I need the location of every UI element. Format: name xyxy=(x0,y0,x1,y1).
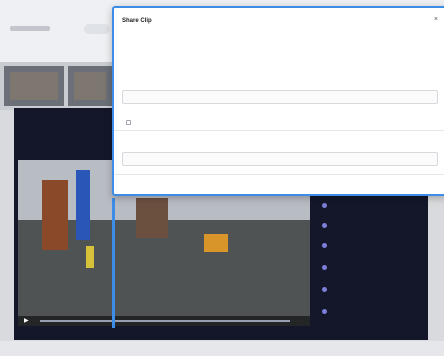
thumbnail[interactable] xyxy=(68,66,112,106)
list-item[interactable] xyxy=(316,216,422,238)
video-frame-door xyxy=(42,180,68,250)
video-frame-banner xyxy=(76,170,90,240)
dot-icon xyxy=(322,287,327,292)
close-icon[interactable]: × xyxy=(434,16,438,23)
player-title xyxy=(18,112,110,128)
header-pill[interactable] xyxy=(84,24,110,34)
video-frame-object xyxy=(204,234,228,252)
video-frame-shelf xyxy=(136,198,168,238)
dialog-accent-border xyxy=(112,198,115,328)
list-item[interactable] xyxy=(316,302,422,324)
list-item[interactable] xyxy=(316,258,422,280)
divider xyxy=(114,174,444,175)
video-controls[interactable]: ▶ xyxy=(18,316,310,326)
list-item[interactable] xyxy=(316,280,422,302)
list-item[interactable] xyxy=(316,196,422,218)
dot-icon xyxy=(322,265,327,270)
divider xyxy=(114,130,444,131)
dot-icon xyxy=(322,243,327,248)
checkbox[interactable] xyxy=(126,120,131,125)
message-input[interactable] xyxy=(122,152,438,166)
sidebar-list xyxy=(316,196,422,326)
dialog-title: Share Clip xyxy=(122,18,152,24)
dot-icon xyxy=(322,223,327,228)
thumbnail[interactable] xyxy=(4,66,64,106)
play-icon[interactable]: ▶ xyxy=(24,318,29,324)
list-item[interactable] xyxy=(316,236,422,258)
dot-icon xyxy=(322,203,327,208)
video-frame-object xyxy=(86,246,94,268)
recipients-input[interactable] xyxy=(122,90,438,104)
bottom-bar xyxy=(0,341,444,356)
breadcrumb[interactable] xyxy=(10,26,50,31)
dot-icon xyxy=(322,309,327,314)
share-clip-dialog: Share Clip × xyxy=(112,6,444,196)
progress-bar[interactable] xyxy=(40,320,290,322)
